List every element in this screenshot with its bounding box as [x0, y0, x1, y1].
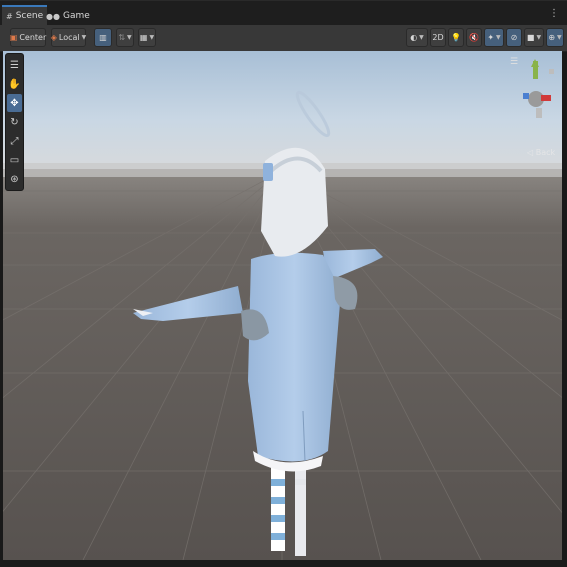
2d-toggle-label: 2D [432, 33, 444, 42]
shading-mode-icon: ◐ [410, 33, 418, 42]
transform-tool-icon[interactable]: ⊛ [7, 170, 22, 188]
audio-toggle[interactable]: 🔇 [466, 28, 482, 47]
bottom-status-strip [0, 560, 567, 567]
hand-tool-icon[interactable]: ✋ [7, 75, 22, 93]
view-label-text: Back [535, 148, 556, 157]
space-mode-dropdown[interactable]: ◈ Local ▼ [51, 28, 86, 47]
grid-icon: ▦ [139, 33, 148, 42]
gizmos-dropdown[interactable]: ⊕ ▼ [546, 28, 564, 47]
view-label[interactable]: ◁ Back [527, 148, 555, 157]
tab-scene-label: Scene [15, 11, 44, 21]
grid-snap-icon: ▥ [99, 33, 107, 42]
overlay-menu-icon[interactable]: ☰ [7, 56, 22, 74]
chevron-down-icon: ▼ [557, 34, 562, 41]
chevron-down-icon: ▼ [419, 34, 424, 41]
space-mode-label: Local [58, 33, 80, 42]
rect-tool-icon[interactable]: ▭ [7, 151, 22, 169]
scene-viewport[interactable] [3, 51, 562, 560]
draw-mode-dropdown[interactable]: ◐ ▼ [406, 28, 428, 47]
scale-tool-icon[interactable]: ⤢ [7, 132, 22, 150]
chevron-down-icon: ▼ [496, 34, 501, 41]
grid-visibility-dropdown[interactable]: ▦ ▼ [138, 28, 156, 47]
increment-snap-dropdown[interactable]: ⇅ ▼ [116, 28, 134, 47]
rotate-tool-icon[interactable]: ↻ [7, 113, 22, 131]
camera-icon: ■ [526, 33, 535, 42]
chevron-down-icon: ▼ [149, 34, 155, 41]
pivot-mode-dropdown[interactable]: ▣ Center [10, 28, 46, 47]
grid-snapping-toggle[interactable]: ▥ [94, 28, 112, 47]
scene-render [3, 51, 562, 560]
chevron-down-icon: ▼ [536, 34, 542, 41]
pivot-icon: ▣ [9, 33, 18, 42]
lighting-toggle[interactable]: 💡 [448, 28, 464, 47]
eye-slash-icon: ⊘ [510, 33, 518, 42]
gamepad-icon: ●● [46, 11, 60, 21]
scene-toolbar: ▣ Center ◈ Local ▼ ▥ ⇅ ▼ ▦ ▼ ◐ ▼ 2D 💡 🔇 … [0, 25, 567, 52]
chevron-down-icon: ▼ [81, 34, 87, 41]
effects-icon: ✦ [487, 33, 495, 42]
lightbulb-icon: 💡 [451, 33, 461, 42]
back-arrow-icon: ◁ [527, 148, 534, 157]
tab-game[interactable]: ●● Game [42, 7, 94, 25]
more-options-icon[interactable]: ⋮ [549, 9, 559, 19]
tab-game-label: Game [62, 11, 90, 21]
window-tab-bar: # Scene ●● Game ⋮ [0, 0, 567, 25]
pivot-mode-label: Center [19, 33, 47, 42]
local-space-icon: ◈ [50, 33, 57, 42]
gizmo-menu-icon[interactable]: ☰ [510, 57, 518, 67]
gizmo-globe-icon: ⊕ [548, 33, 556, 42]
increment-snap-icon: ⇅ [118, 33, 126, 42]
scene-camera-dropdown[interactable]: ■ ▼ [524, 28, 544, 47]
chevron-down-icon: ▼ [127, 34, 132, 41]
tools-overlay: ☰ ✋ ✥ ↻ ⤢ ▭ ⊛ [5, 53, 24, 191]
speaker-muted-icon: 🔇 [469, 33, 479, 42]
hidden-objects-toggle[interactable]: ⊘ [506, 28, 522, 47]
hash-icon: # [6, 11, 13, 21]
tab-scene[interactable]: # Scene [2, 5, 48, 25]
move-tool-icon[interactable]: ✥ [7, 94, 22, 112]
2d-toggle-button[interactable]: 2D [430, 28, 446, 47]
effects-dropdown[interactable]: ✦ ▼ [484, 28, 504, 47]
